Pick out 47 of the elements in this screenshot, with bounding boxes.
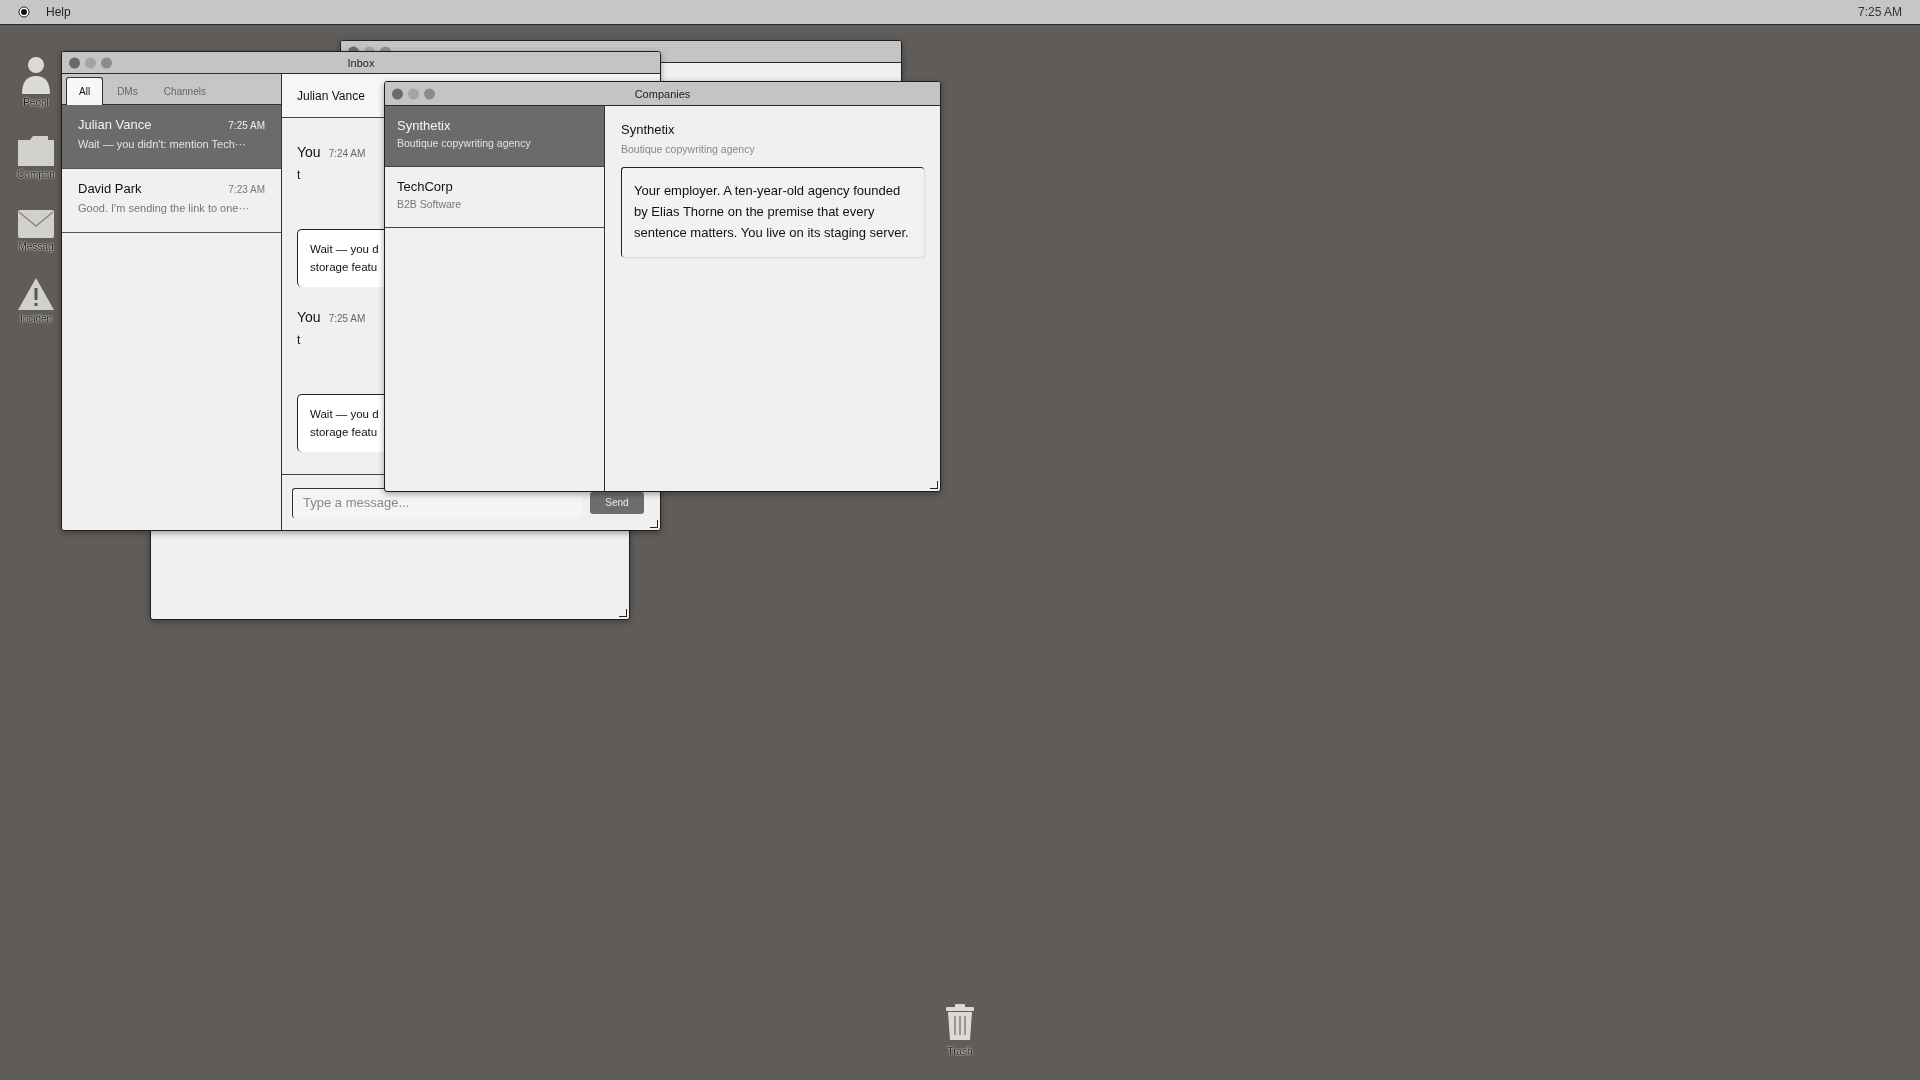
person-icon[interactable] bbox=[21, 56, 51, 94]
message-text: Wait — you d storage featu bbox=[310, 242, 379, 275]
message-text: t bbox=[297, 168, 302, 182]
resize-handle[interactable] bbox=[930, 481, 938, 489]
clock: 7:25 AM bbox=[1857, 5, 1902, 19]
message-time: 7:24 AM bbox=[328, 148, 366, 159]
company-name: Synthetix bbox=[397, 118, 452, 133]
trash-icon[interactable] bbox=[945, 1004, 975, 1040]
envelope-icon[interactable] bbox=[18, 210, 54, 238]
company-tagline: B2B Software bbox=[397, 198, 463, 210]
radio-icon[interactable] bbox=[18, 6, 30, 18]
resize-handle[interactable] bbox=[650, 520, 658, 528]
icon-label[interactable]: Peopl bbox=[23, 97, 49, 108]
company-tagline: Boutique copywriting agency bbox=[397, 137, 532, 149]
resize-handle[interactable] bbox=[619, 609, 627, 617]
icon-label[interactable]: Trash bbox=[947, 1046, 973, 1057]
menu-item[interactable]: Help bbox=[46, 5, 71, 19]
thread-title: Julian Vance bbox=[297, 88, 365, 103]
tab[interactable]: All bbox=[66, 77, 104, 105]
tab[interactable]: DMs bbox=[105, 78, 150, 104]
company-name: Synthetix bbox=[621, 122, 676, 137]
company-description: Your employer. A ten-year-old agency founded by Elias Thorne on the premise that every sentence matters. You live on its staging server. bbox=[634, 182, 910, 242]
message-preview: Wait — you didn't: mention Tech··· bbox=[78, 138, 247, 150]
tab[interactable]: Channels bbox=[151, 78, 218, 104]
contact-name: Julian Vance bbox=[78, 117, 152, 132]
message-author: You bbox=[297, 144, 321, 160]
message-time: 7:23 AM bbox=[228, 184, 265, 195]
conversation-item[interactable]: Julian Vance 7:25 AM Wait — you didn't: mention Tech··· bbox=[62, 105, 281, 169]
company-tagline: Boutique copywriting agency bbox=[621, 143, 756, 155]
message-author: You bbox=[297, 309, 321, 325]
company-item[interactable]: Synthetix Boutique copywriting agency bbox=[385, 106, 604, 167]
message-text: Wait — you d storage featu bbox=[310, 407, 379, 440]
folder-icon[interactable] bbox=[18, 136, 54, 166]
company-item[interactable]: TechCorp B2B Software bbox=[385, 167, 604, 228]
warning-icon[interactable] bbox=[18, 278, 54, 310]
window-title: Companies bbox=[634, 87, 691, 100]
message-preview: Good. I'm sending the link to one··· bbox=[78, 202, 251, 214]
contact-name: David Park bbox=[78, 181, 142, 196]
close-button[interactable] bbox=[69, 57, 80, 68]
message-time: 7:25 AM bbox=[228, 120, 265, 131]
window-title: Inbox bbox=[347, 56, 375, 69]
send-button[interactable]: Send bbox=[590, 491, 644, 514]
conversation-item[interactable]: David Park 7:23 AM Good. I'm sending the link to one··· bbox=[62, 169, 281, 233]
company-name: TechCorp bbox=[397, 179, 454, 194]
message-text: t bbox=[297, 333, 302, 347]
message-time: 7:25 AM bbox=[328, 313, 366, 324]
close-button[interactable] bbox=[392, 88, 403, 99]
